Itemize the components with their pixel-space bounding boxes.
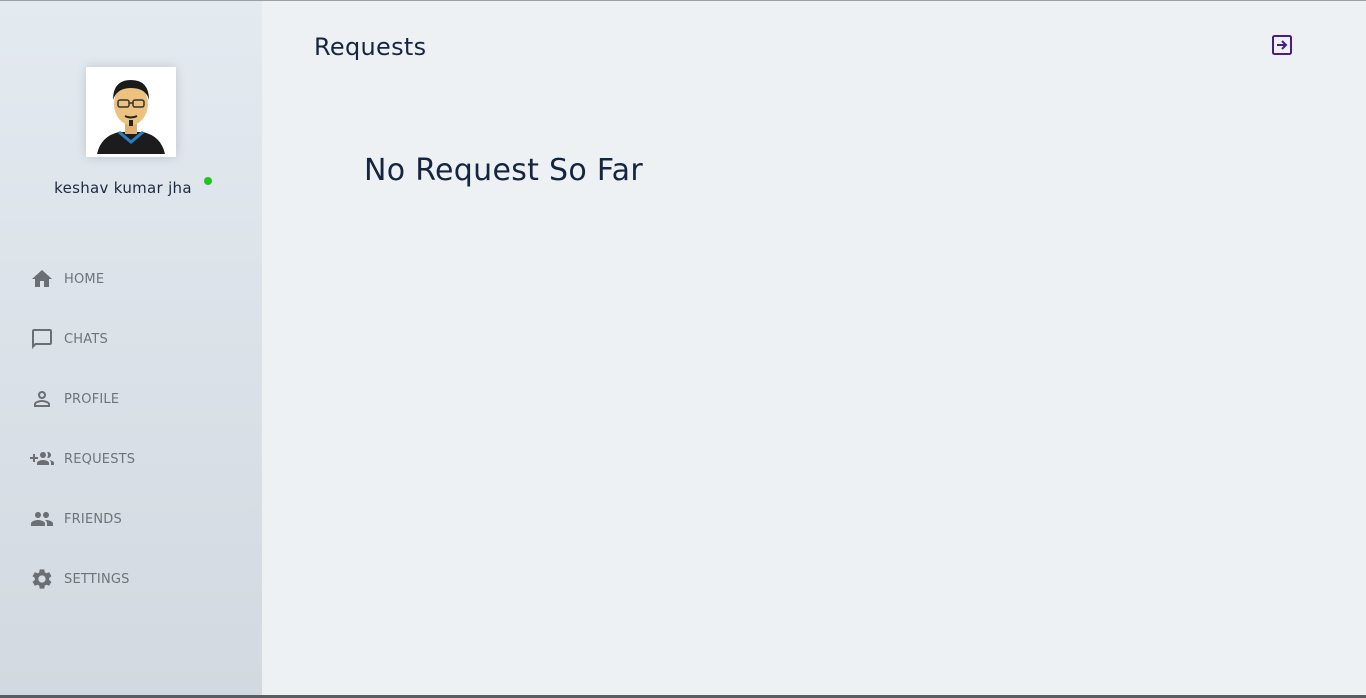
sidebar-item-home[interactable]: HOME bbox=[0, 249, 262, 309]
sidebar-item-label: SETTINGS bbox=[64, 571, 130, 587]
sidebar-item-label: PROFILE bbox=[64, 391, 120, 407]
logout-icon bbox=[1272, 35, 1292, 55]
sidebar-item-settings[interactable]: SETTINGS bbox=[0, 549, 262, 609]
online-status-dot bbox=[204, 177, 212, 185]
page-title: Requests bbox=[314, 33, 427, 61]
sidebar: keshav kumar jha HOME CHATS PROFILE REQU… bbox=[0, 1, 262, 695]
chat-bubble-icon bbox=[30, 327, 54, 351]
sidebar-item-profile[interactable]: PROFILE bbox=[0, 369, 262, 429]
avatar[interactable] bbox=[86, 67, 176, 157]
home-icon bbox=[30, 267, 54, 291]
sidebar-item-label: CHATS bbox=[64, 331, 108, 347]
sidebar-nav: HOME CHATS PROFILE REQUESTS FRIENDS SETT… bbox=[0, 249, 262, 609]
sidebar-item-label: HOME bbox=[64, 271, 105, 287]
logout-button[interactable] bbox=[1270, 33, 1294, 57]
avatar-image bbox=[89, 70, 173, 154]
sidebar-item-label: FRIENDS bbox=[64, 511, 122, 527]
person-icon bbox=[30, 387, 54, 411]
sidebar-item-requests[interactable]: REQUESTS bbox=[0, 429, 262, 489]
sidebar-item-chats[interactable]: CHATS bbox=[0, 309, 262, 369]
people-icon bbox=[30, 507, 54, 531]
group-add-icon bbox=[30, 447, 54, 471]
empty-state-message: No Request So Far bbox=[364, 153, 643, 188]
sidebar-item-friends[interactable]: FRIENDS bbox=[0, 489, 262, 549]
sidebar-item-label: REQUESTS bbox=[64, 451, 136, 467]
gear-icon bbox=[30, 567, 54, 591]
